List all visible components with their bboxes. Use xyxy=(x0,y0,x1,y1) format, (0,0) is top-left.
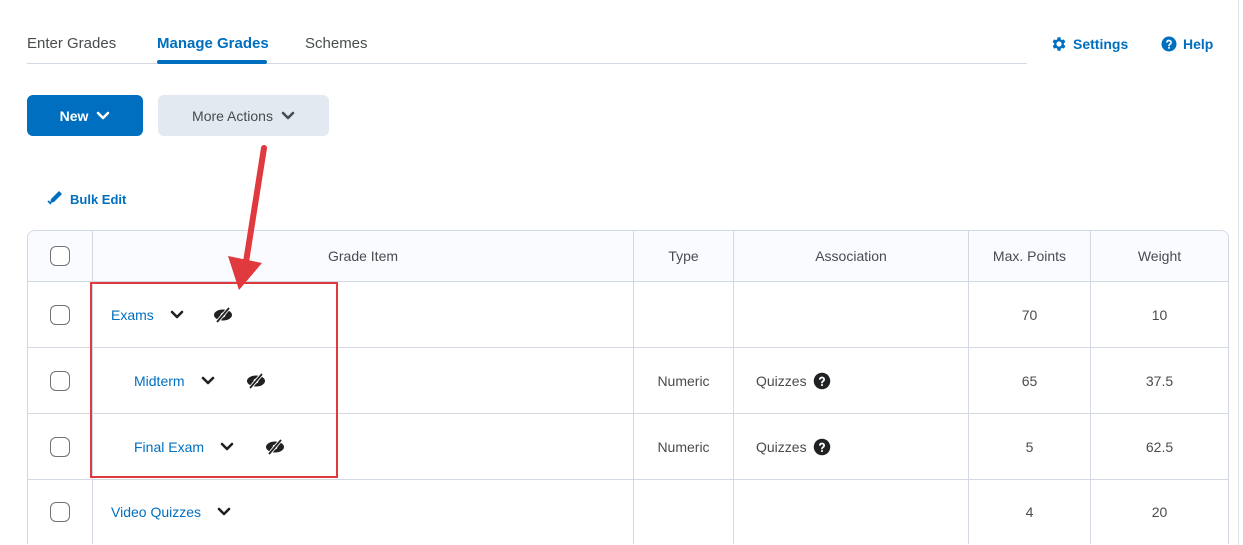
row-checkbox[interactable] xyxy=(50,502,70,522)
help-icon xyxy=(1160,35,1178,53)
table-row: Midterm Numeric Quizzes 65 37.5 xyxy=(28,348,1228,414)
tab-enter-grades[interactable]: Enter Grades xyxy=(27,35,116,52)
row-checkbox-cell xyxy=(28,414,93,479)
grade-items-table: Grade Item Type Association Max. Points … xyxy=(27,230,1229,544)
grade-item-link[interactable]: Midterm xyxy=(134,373,185,389)
chevron-down-icon[interactable] xyxy=(220,442,234,452)
grade-item-wrap: Exams xyxy=(111,306,234,323)
question-icon[interactable] xyxy=(813,372,831,390)
association-cell xyxy=(734,282,969,347)
chevron-down-icon[interactable] xyxy=(201,376,215,386)
row-checkbox[interactable] xyxy=(50,370,70,391)
table-row: Final Exam Numeric Quizzes 5 62.5 xyxy=(28,414,1228,480)
weight-cell: 37.5 xyxy=(1145,372,1174,389)
question-icon[interactable] xyxy=(813,438,831,456)
hidden-eye-icon[interactable] xyxy=(245,372,267,389)
active-tab-indicator xyxy=(157,60,267,64)
header-type[interactable]: Type xyxy=(634,231,734,281)
tab-manage-grades[interactable]: Manage Grades xyxy=(157,35,269,52)
row-checkbox[interactable] xyxy=(50,304,70,325)
gear-icon xyxy=(1050,35,1068,53)
association-cell xyxy=(734,480,969,544)
select-all-checkbox[interactable] xyxy=(50,246,70,266)
chevron-down-icon[interactable] xyxy=(170,310,184,320)
chevron-down-icon xyxy=(281,108,295,124)
header-grade-item[interactable]: Grade Item xyxy=(93,231,634,281)
association-cell: Quizzes xyxy=(734,414,969,479)
hidden-eye-icon[interactable] xyxy=(212,306,234,323)
row-checkbox-cell xyxy=(28,282,93,347)
select-all-cell xyxy=(28,231,93,281)
help-link[interactable]: Help xyxy=(1160,35,1213,53)
max-points-cell: 4 xyxy=(969,480,1091,544)
table-row: Exams 70 10 xyxy=(28,282,1228,348)
bulk-edit-button[interactable]: Bulk Edit xyxy=(47,190,126,209)
association-label: Quizzes xyxy=(756,438,807,455)
weight-cell: 10 xyxy=(1151,306,1168,323)
type-cell xyxy=(634,282,734,347)
chevron-down-icon[interactable] xyxy=(217,507,231,517)
grade-item-link[interactable]: Exams xyxy=(111,307,154,323)
row-checkbox-cell xyxy=(28,480,93,544)
type-cell: Numeric xyxy=(634,414,734,479)
help-label: Help xyxy=(1183,36,1214,52)
bulk-edit-label: Bulk Edit xyxy=(70,192,127,207)
grade-item-wrap: Midterm xyxy=(134,372,267,389)
more-actions-label: More Actions xyxy=(192,107,273,124)
weight-cell: 62.5 xyxy=(1145,438,1174,455)
settings-label: Settings xyxy=(1073,36,1129,52)
grade-item-link[interactable]: Final Exam xyxy=(134,439,204,455)
header-association[interactable]: Association xyxy=(734,231,969,281)
row-checkbox[interactable] xyxy=(50,436,70,457)
max-points-cell: 5 xyxy=(969,414,1091,479)
row-checkbox-cell xyxy=(28,348,93,413)
chevron-down-icon xyxy=(96,108,110,124)
association-label: Quizzes xyxy=(756,372,807,389)
hidden-eye-icon[interactable] xyxy=(264,438,286,455)
grade-item-wrap: Final Exam xyxy=(134,438,286,455)
more-actions-button[interactable]: More Actions xyxy=(158,95,329,136)
association-cell: Quizzes xyxy=(734,348,969,413)
table-row: Video Quizzes 4 20 xyxy=(28,480,1228,544)
max-points-cell: 65 xyxy=(969,348,1091,413)
header-weight[interactable]: Weight xyxy=(1091,231,1228,281)
grade-item-cell: Final Exam xyxy=(93,414,634,479)
max-points-cell: 70 xyxy=(969,282,1091,347)
new-button-label: New xyxy=(59,107,89,124)
weight-cell: 20 xyxy=(1151,504,1168,520)
settings-link[interactable]: Settings xyxy=(1050,35,1128,53)
new-button[interactable]: New xyxy=(27,95,143,136)
grade-item-cell: Video Quizzes xyxy=(93,480,634,544)
tab-schemes[interactable]: Schemes xyxy=(305,35,368,52)
header-max-points[interactable]: Max. Points xyxy=(969,231,1091,281)
tab-bar: Enter Grades Manage Grades Schemes xyxy=(27,0,1027,64)
type-cell: Numeric xyxy=(634,348,734,413)
pencil-icon xyxy=(47,190,65,209)
grade-item-cell: Exams xyxy=(93,282,634,347)
table-header-row: Grade Item Type Association Max. Points … xyxy=(28,231,1228,282)
grade-item-cell: Midterm xyxy=(93,348,634,413)
grade-item-link[interactable]: Video Quizzes xyxy=(111,504,201,520)
grade-item-wrap: Video Quizzes xyxy=(111,504,231,520)
type-cell xyxy=(634,480,734,544)
